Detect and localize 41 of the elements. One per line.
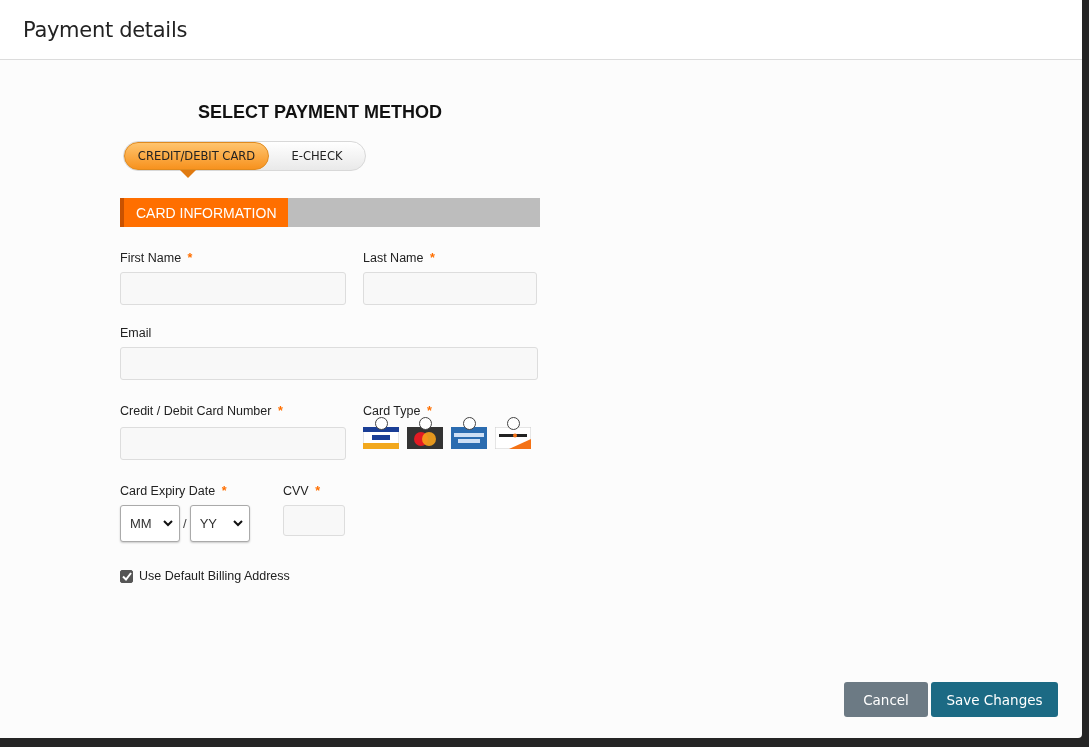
cvv-field[interactable] (283, 505, 345, 536)
checkbox[interactable] (120, 569, 133, 583)
required-marker: * (426, 404, 432, 418)
card-logo-icon (363, 427, 399, 449)
date-separator: / (183, 516, 187, 531)
required-marker: * (221, 484, 227, 498)
field-label: First Name (120, 251, 182, 265)
radio-button[interactable] (374, 417, 388, 430)
field-label: Card Expiry Date (120, 484, 216, 498)
required-marker: * (277, 404, 283, 418)
card-number-field[interactable] (120, 427, 346, 460)
pointer-icon (180, 170, 196, 178)
last-name-field[interactable] (363, 272, 537, 305)
radio-button[interactable] (418, 417, 432, 430)
save-button[interactable]: Save Changes (931, 682, 1058, 717)
checkbox-label: Use Default Billing Address (139, 569, 290, 583)
card-logo-icon (451, 427, 487, 449)
radio-button[interactable] (462, 417, 476, 430)
year-select[interactable]: YY (189, 505, 250, 542)
field-label: Email (120, 326, 152, 340)
card-logo-icon (495, 427, 531, 449)
required-marker: * (187, 251, 193, 265)
radio-button[interactable] (506, 417, 520, 430)
field-label: CVV (283, 484, 309, 498)
payment-method-tab[interactable]: CREDIT/DEBIT CARD (124, 142, 269, 170)
section-heading: SELECT PAYMENT METHOD (198, 102, 444, 123)
section-title: CARD INFORMATION (120, 198, 288, 227)
month-select[interactable]: MM (120, 505, 180, 542)
required-marker: * (315, 484, 321, 498)
field-label: Credit / Debit Card Number (120, 404, 272, 418)
cancel-button[interactable]: Cancel (844, 682, 928, 717)
card-logo-icon (407, 427, 443, 449)
first-name-field[interactable] (120, 272, 346, 305)
field-label: Card Type (363, 404, 421, 418)
payment-method-tab[interactable]: E-CHECK (269, 142, 365, 170)
required-marker: * (429, 251, 435, 265)
dialog-title: Payment details (23, 17, 188, 42)
chevron-down-icon (232, 520, 243, 527)
email-field[interactable] (120, 347, 538, 380)
field-label: Last Name (363, 251, 424, 265)
chevron-down-icon (163, 520, 173, 527)
